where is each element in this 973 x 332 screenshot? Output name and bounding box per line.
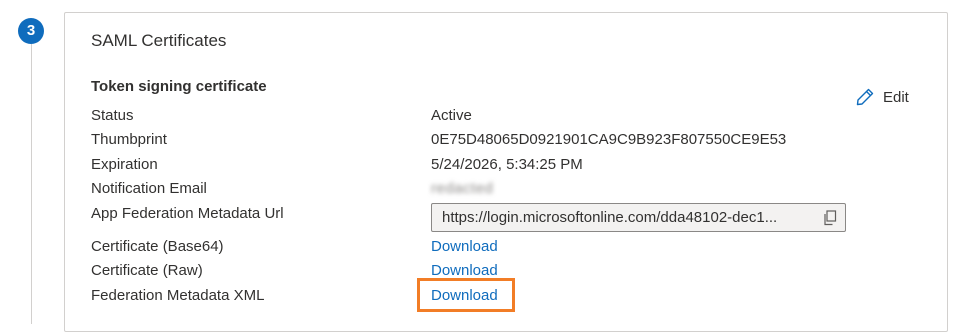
expiration-value: 5/24/2026, 5:34:25 PM [431, 156, 583, 173]
metadata-url-field[interactable]: https://login.microsoftonline.com/dda481… [431, 203, 846, 232]
thumbprint-value: 0E75D48065D0921901CA9C9B923F807550CE9E53 [431, 131, 787, 148]
edit-label: Edit [883, 88, 909, 106]
expiration-label: Expiration [91, 156, 158, 173]
step-connector-line [31, 44, 32, 324]
thumbprint-label: Thumbprint [91, 131, 167, 148]
notification-email-label: Notification Email [91, 180, 207, 197]
card-title: SAML Certificates [91, 31, 227, 50]
federation-metadata-xml-label: Federation Metadata XML [91, 287, 265, 304]
metadata-url-label: App Federation Metadata Url [91, 205, 284, 222]
notification-email-value: redacted [431, 180, 494, 197]
certificate-base64-download-link[interactable]: Download [431, 238, 498, 255]
certificate-raw-download-link[interactable]: Download [431, 262, 498, 279]
federation-metadata-xml-download-link[interactable]: Download [431, 287, 498, 304]
metadata-url-text: https://login.microsoftonline.com/dda481… [442, 209, 778, 226]
certificate-base64-label: Certificate (Base64) [91, 238, 224, 255]
copy-icon[interactable] [823, 209, 837, 226]
token-signing-certificate-heading: Token signing certificate [91, 78, 267, 95]
pencil-icon [856, 88, 874, 106]
edit-button[interactable]: Edit [855, 87, 909, 107]
step-number-badge: 3 [18, 18, 44, 44]
status-label: Status [91, 107, 134, 124]
saml-certificates-card: SAML Certificates Token signing certific… [64, 12, 948, 332]
certificate-raw-label: Certificate (Raw) [91, 262, 203, 279]
status-value: Active [431, 107, 472, 124]
